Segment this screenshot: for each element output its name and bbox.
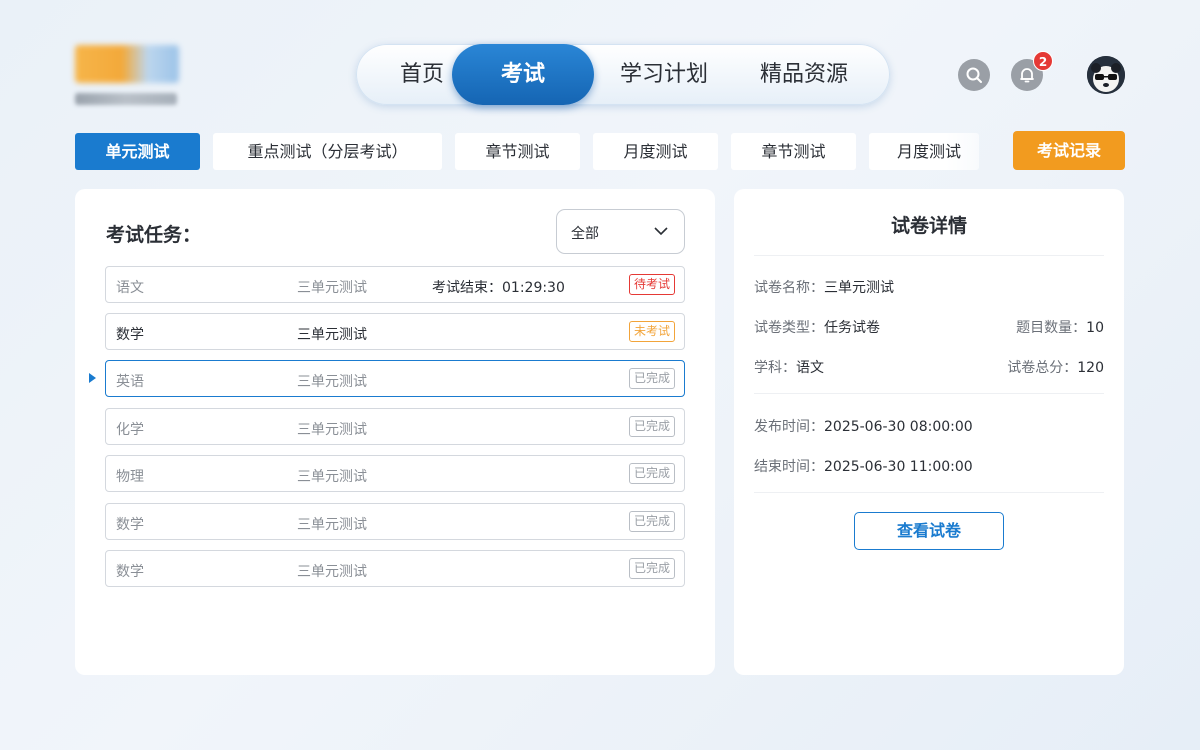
tab-chapter-test-2[interactable]: 章节测试 bbox=[731, 133, 856, 170]
task-subject: 数学 bbox=[116, 327, 144, 343]
task-subject: 化学 bbox=[116, 422, 144, 438]
logo-mark bbox=[75, 45, 179, 83]
end-time-label: 结束时间： bbox=[754, 459, 824, 475]
detail-title: 试卷详情 bbox=[890, 215, 967, 237]
task-row[interactable]: 数学 三单元测试 未考试 bbox=[105, 313, 685, 350]
paper-type-value: 任务试卷 bbox=[824, 320, 880, 336]
subject-label: 学科： bbox=[754, 360, 796, 376]
task-exam-name: 三单元测试 bbox=[297, 469, 367, 485]
notification-badge: 2 bbox=[1033, 51, 1053, 71]
tab-unit-test[interactable]: 单元测试 bbox=[75, 133, 200, 170]
search-icon bbox=[966, 67, 982, 83]
task-exam-name: 三单元测试 bbox=[297, 422, 367, 438]
chevron-down-icon bbox=[654, 227, 668, 236]
question-count-value: 10 bbox=[1086, 320, 1104, 336]
status-badge: 已完成 bbox=[628, 558, 675, 579]
nav-item-exam[interactable]: 考试 bbox=[452, 44, 594, 105]
task-panel: 考试任务： 全部 语文 三单元测试 考试结束：01:29:30 待考试 数学 三… bbox=[75, 189, 715, 675]
avatar[interactable] bbox=[1087, 56, 1125, 94]
task-subject: 语文 bbox=[116, 280, 144, 296]
status-badge: 待考试 bbox=[628, 274, 675, 295]
task-exam-name: 三单元测试 bbox=[297, 374, 367, 390]
tab-key-test[interactable]: 重点测试（分层考试） bbox=[213, 133, 442, 170]
task-subject: 物理 bbox=[116, 469, 144, 485]
filter-select-value: 全部 bbox=[571, 226, 599, 242]
tab-monthly-test[interactable]: 月度测试 bbox=[593, 133, 718, 170]
task-exam-name: 三单元测试 bbox=[297, 517, 367, 533]
detail-end-time: 结束时间：2025-06-30 11:00:00 bbox=[754, 456, 973, 476]
status-badge: 未考试 bbox=[628, 321, 675, 342]
total-score-label: 试卷总分： bbox=[1007, 360, 1078, 376]
total-score-value: 120 bbox=[1077, 360, 1104, 376]
task-subject: 数学 bbox=[116, 564, 144, 580]
task-exam-name: 三单元测试 bbox=[297, 280, 367, 296]
detail-panel: 试卷详情 试卷名称：三单元测试 试卷类型：任务试卷 题目数量：10 学科：语文 … bbox=[734, 189, 1124, 675]
status-badge: 已完成 bbox=[628, 511, 675, 532]
divider bbox=[754, 393, 1104, 394]
task-row[interactable]: 化学 三单元测试 已完成 bbox=[105, 408, 685, 445]
task-exam-name: 三单元测试 bbox=[297, 327, 367, 343]
task-row[interactable]: 物理 三单元测试 已完成 bbox=[105, 455, 685, 492]
tab-chapter-test[interactable]: 章节测试 bbox=[455, 133, 580, 170]
selected-row-indicator bbox=[89, 373, 96, 383]
detail-subject: 学科：语文 bbox=[754, 357, 824, 377]
task-subject: 英语 bbox=[116, 374, 144, 390]
publish-time-label: 发布时间： bbox=[754, 419, 824, 435]
task-countdown: 考试结束：01:29:30 bbox=[432, 280, 565, 296]
status-badge: 已完成 bbox=[628, 416, 675, 437]
detail-question-count: 题目数量：10 bbox=[1016, 317, 1104, 337]
task-row-selected[interactable]: 英语 三单元测试 已完成 bbox=[105, 360, 685, 397]
panda-avatar-icon bbox=[1087, 56, 1125, 94]
subject-value: 语文 bbox=[796, 360, 824, 376]
detail-paper-type: 试卷类型：任务试卷 bbox=[754, 317, 880, 337]
logo-text bbox=[75, 93, 177, 105]
task-subject: 数学 bbox=[116, 517, 144, 533]
divider bbox=[754, 255, 1104, 256]
nav-item-resources[interactable]: 精品资源 bbox=[744, 44, 864, 105]
filter-select[interactable]: 全部 bbox=[556, 209, 685, 254]
question-count-label: 题目数量： bbox=[1016, 320, 1087, 336]
detail-paper-name: 试卷名称：三单元测试 bbox=[754, 277, 894, 297]
publish-time-value: 2025-06-30 08:00:00 bbox=[824, 419, 973, 435]
task-row[interactable]: 数学 三单元测试 已完成 bbox=[105, 503, 685, 540]
bell-icon bbox=[1020, 68, 1034, 83]
divider bbox=[754, 492, 1104, 493]
end-time-value: 2025-06-30 11:00:00 bbox=[824, 459, 973, 475]
task-row[interactable]: 数学 三单元测试 已完成 bbox=[105, 550, 685, 587]
detail-publish-time: 发布时间：2025-06-30 08:00:00 bbox=[754, 416, 973, 436]
status-badge: 已完成 bbox=[628, 463, 675, 484]
paper-type-label: 试卷类型： bbox=[754, 320, 824, 336]
search-button[interactable] bbox=[958, 59, 990, 91]
view-paper-button[interactable]: 查看试卷 bbox=[854, 512, 1004, 550]
task-row[interactable]: 语文 三单元测试 考试结束：01:29:30 待考试 bbox=[105, 266, 685, 303]
paper-name-value: 三单元测试 bbox=[824, 280, 894, 296]
exam-record-button[interactable]: 考试记录 bbox=[1013, 131, 1125, 170]
tab-monthly-test-2[interactable]: 月度测试 bbox=[869, 133, 979, 170]
app-logo bbox=[75, 45, 180, 111]
task-panel-title: 考试任务： bbox=[106, 224, 202, 246]
detail-total-score: 试卷总分：120 bbox=[1007, 357, 1104, 377]
paper-name-label: 试卷名称： bbox=[754, 280, 824, 296]
nav-item-study-plan[interactable]: 学习计划 bbox=[604, 44, 724, 105]
main-nav: 首页 考试 学习计划 精品资源 bbox=[356, 44, 890, 105]
status-badge: 已完成 bbox=[628, 368, 675, 389]
task-exam-name: 三单元测试 bbox=[297, 564, 367, 580]
